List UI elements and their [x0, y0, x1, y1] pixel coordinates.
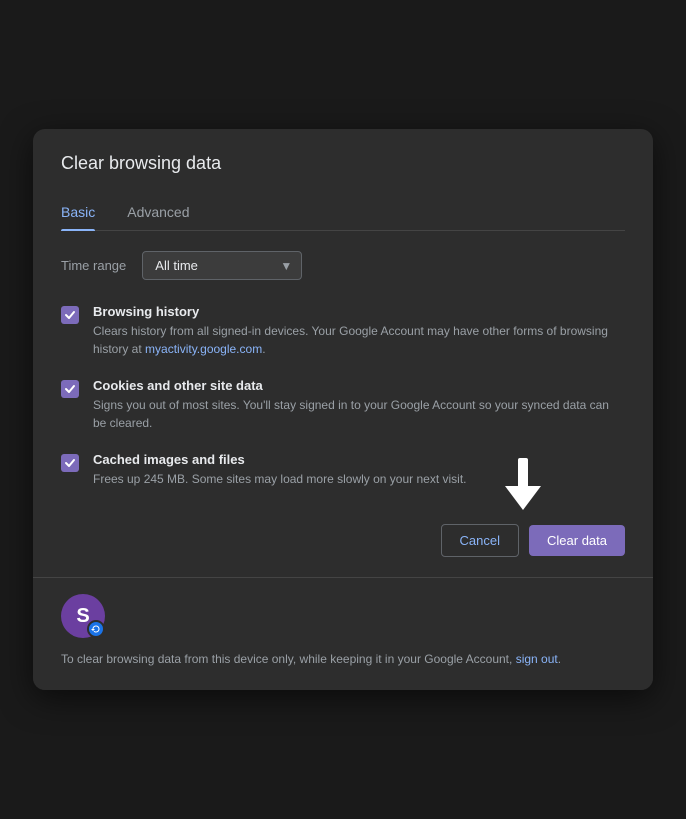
time-range-row: Time range Last hour Last 24 hours Last …	[61, 251, 625, 280]
cached-checkbox[interactable]	[61, 454, 79, 472]
browsing-history-option: Browsing history Clears history from all…	[93, 304, 625, 358]
cancel-button[interactable]: Cancel	[441, 524, 519, 557]
footer-account: S	[61, 594, 625, 638]
option-title: Cookies and other site data	[93, 378, 625, 393]
cookies-option: Cookies and other site data Signs you ou…	[93, 378, 625, 432]
cookies-checkbox[interactable]	[61, 380, 79, 398]
option-description: Frees up 245 MB. Some sites may load mor…	[93, 470, 625, 488]
myactivity-link[interactable]: myactivity.google.com	[145, 342, 262, 356]
tab-advanced[interactable]: Advanced	[127, 194, 189, 230]
checkmark-icon	[64, 309, 76, 321]
option-description: Clears history from all signed-in device…	[93, 322, 625, 358]
time-range-label: Time range	[61, 258, 126, 273]
list-item: Browsing history Clears history from all…	[61, 304, 625, 358]
option-title: Browsing history	[93, 304, 625, 319]
clear-data-button[interactable]: Clear data	[529, 525, 625, 556]
sync-icon	[91, 624, 101, 634]
sign-out-link[interactable]: sign out	[516, 652, 558, 666]
down-arrow-icon	[505, 458, 541, 510]
footer: S To clear browsing data from this devic…	[33, 578, 653, 690]
time-range-select[interactable]: Last hour Last 24 hours Last 7 days Last…	[142, 251, 302, 280]
option-title: Cached images and files	[93, 452, 625, 467]
arrow-indicator	[505, 460, 541, 508]
account-badge	[87, 620, 105, 638]
browsing-history-checkbox[interactable]	[61, 306, 79, 324]
checkmark-icon	[64, 383, 76, 395]
time-range-select-wrapper: Last hour Last 24 hours Last 7 days Last…	[142, 251, 302, 280]
tabs-container: Basic Advanced	[61, 194, 625, 231]
dialog-main-content: Clear browsing data Basic Advanced Time …	[33, 129, 653, 577]
cached-option: Cached images and files Frees up 245 MB.…	[93, 452, 625, 488]
checkmark-icon	[64, 457, 76, 469]
actions-row: Cancel Clear data	[61, 508, 625, 577]
option-description: Signs you out of most sites. You'll stay…	[93, 396, 625, 432]
footer-text: To clear browsing data from this device …	[61, 650, 625, 668]
tab-basic[interactable]: Basic	[61, 194, 95, 230]
dialog-title: Clear browsing data	[61, 153, 625, 174]
list-item: Cookies and other site data Signs you ou…	[61, 378, 625, 432]
avatar-wrapper: S	[61, 594, 105, 638]
clear-browsing-data-dialog: Clear browsing data Basic Advanced Time …	[33, 129, 653, 690]
